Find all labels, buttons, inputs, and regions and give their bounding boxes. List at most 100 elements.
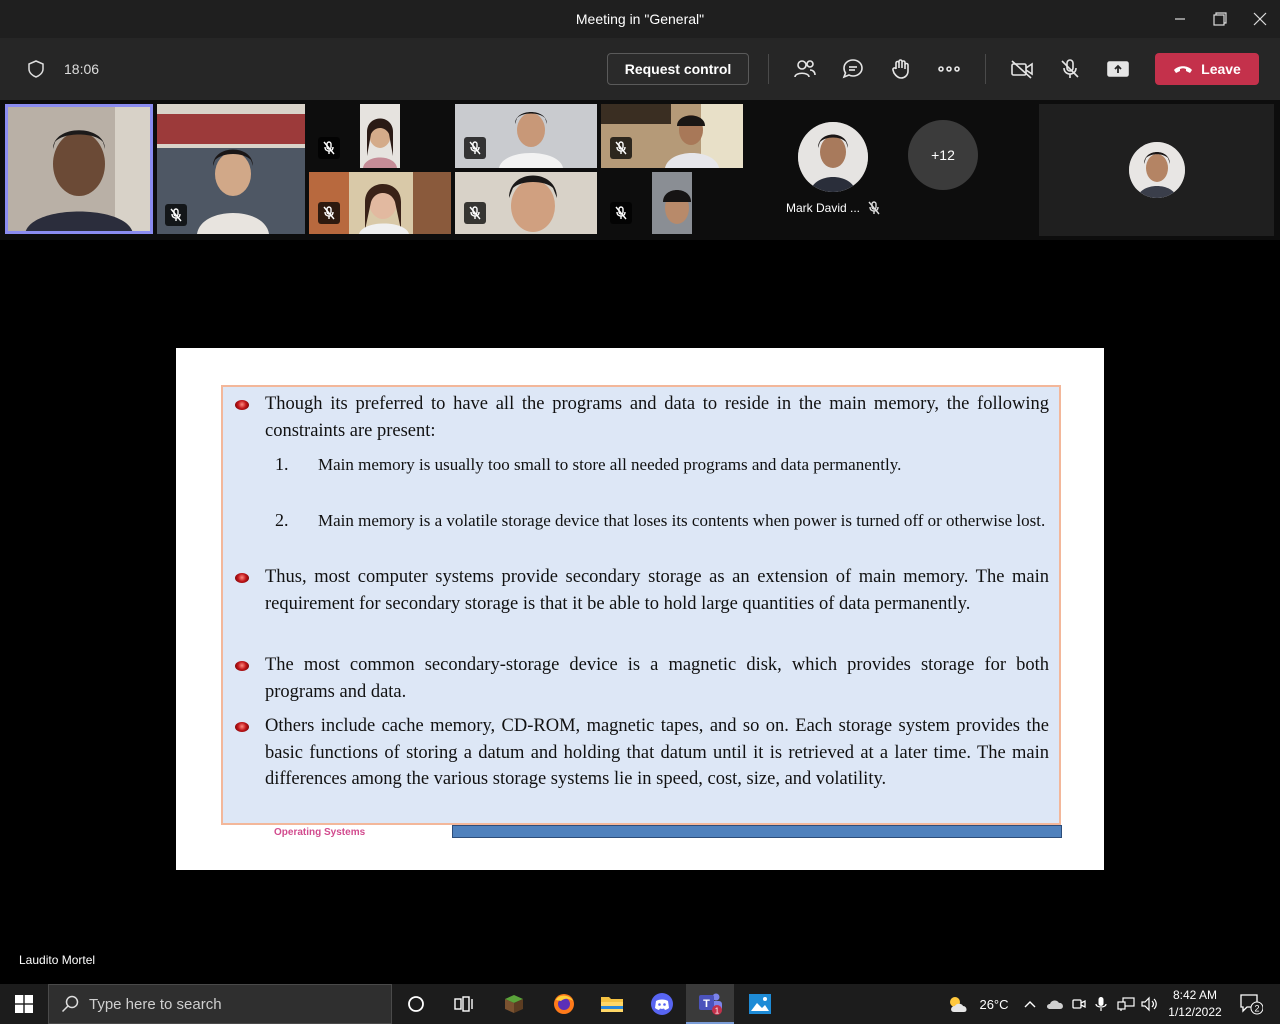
participants-button[interactable] [791,55,819,83]
restore-icon [1213,12,1227,26]
close-icon [1253,12,1267,26]
leave-label: Leave [1201,61,1241,77]
participant-tile[interactable] [601,172,743,234]
mic-off-icon [1061,59,1079,78]
participant-tile[interactable] [601,104,743,168]
onedrive-icon[interactable] [1044,984,1066,1024]
network-icon[interactable] [1114,984,1138,1024]
mic-off-icon [469,141,481,155]
taskbar-app-firefox[interactable] [540,984,588,1024]
meeting-control-bar: 18:06 Request control Leave [0,38,1280,100]
weather-temperature[interactable]: 26°C [974,984,1014,1024]
list-number: 1. [275,454,289,474]
share-screen-button[interactable] [1104,55,1132,83]
participant-avatar[interactable] [798,122,868,192]
search-placeholder: Type here to search [89,995,222,1013]
participant-strip: Mark David ... +12 [0,100,1280,240]
volume-icon[interactable] [1138,984,1160,1024]
divider [768,54,769,84]
mic-off-icon [469,206,481,220]
more-icon [938,66,960,72]
clock-date: 1/12/2022 [1168,1005,1222,1019]
notification-icon: 2 [1240,994,1263,1015]
bullet-icon [235,661,249,671]
slide-footer-bar [452,825,1062,838]
meet-now-icon[interactable] [1068,984,1090,1024]
taskbar-app-photos[interactable] [736,984,784,1024]
microphone-icon[interactable] [1090,984,1112,1024]
slide-bullet: The most common secondary-storage device… [265,655,1049,702]
slide-bullet: Thus, most computer systems provide seco… [265,567,1049,614]
mic-off-icon [615,206,627,220]
search-icon [61,995,79,1013]
hang-up-icon [1174,66,1193,73]
avatar-photo [798,122,868,192]
taskbar-app-teams[interactable]: T1 [686,984,734,1024]
leave-button[interactable]: Leave [1155,53,1259,85]
taskbar: Type here to search T1 26°C 8:42 AM 1/12… [0,984,1280,1024]
slide-bullet: Others include cache memory, CD-ROM, mag… [265,716,1049,789]
raise-hand-button[interactable] [887,55,915,83]
mic-off-icon [615,141,627,155]
cortana-button[interactable] [392,984,440,1024]
mic-off-icon [323,206,335,220]
svg-text:T: T [703,998,710,1010]
teams-badge: 1 [715,1007,720,1016]
chat-button[interactable] [839,55,867,83]
presenter-name: Laudito Mortel [19,953,96,967]
taskbar-clock[interactable]: 8:42 AM 1/12/2022 [1160,987,1230,1021]
more-options-button[interactable] [935,55,963,83]
request-control-button[interactable]: Request control [607,53,749,85]
taskbar-app-minecraft[interactable] [490,984,538,1024]
muted-indicator [610,202,632,224]
taskbar-app-file-explorer[interactable] [588,984,636,1024]
taskbar-app-discord[interactable] [638,984,686,1024]
self-view-tile[interactable] [1039,104,1274,236]
mic-toggle-button[interactable] [1056,55,1084,83]
camera-toggle-button[interactable] [1008,55,1036,83]
shared-slide: Though its preferred to have all the pro… [176,348,1104,870]
notification-count: 2 [1254,1004,1259,1014]
bullet-icon [235,722,249,732]
task-view-button[interactable] [440,984,488,1024]
minecraft-icon [505,995,523,1013]
teams-icon: T1 [699,993,722,1016]
mic-off-icon [868,201,880,215]
minimize-button[interactable] [1160,0,1200,38]
restore-button[interactable] [1200,0,1240,38]
participant-tile[interactable] [157,104,305,234]
participant-tile[interactable] [455,104,597,168]
tray-overflow-chevron-icon[interactable] [1020,984,1040,1024]
muted-indicator [318,202,340,224]
bullet-icon [235,400,249,410]
weather-icon[interactable] [944,984,972,1024]
camera-off-icon [1011,60,1033,79]
clock-time: 8:42 AM [1172,988,1218,1002]
self-avatar [1129,142,1185,198]
participant-name-label: Mark David ... [786,201,861,215]
notification-center-button[interactable]: 2 [1234,984,1268,1024]
participant-tile[interactable] [309,172,451,234]
title-bar: Meeting in "General" [0,0,1280,38]
minimize-icon [1175,18,1185,20]
slide-sub-item: Main memory is usually too small to stor… [318,455,902,474]
taskbar-search-box[interactable]: Type here to search [48,984,392,1024]
muted-indicator [318,137,340,159]
muted-indicator [165,204,187,226]
close-button[interactable] [1240,0,1280,38]
chat-icon [842,59,863,79]
more-participants-button[interactable]: +12 [908,120,978,190]
participant-tile[interactable] [309,104,451,168]
participant-tile[interactable] [455,172,597,234]
bullet-icon [235,573,249,583]
people-icon [794,60,816,78]
muted-indicator [610,137,632,159]
cortana-icon [408,996,424,1012]
participant-tile-active-speaker[interactable] [5,104,153,234]
slide-content-box: Though its preferred to have all the pro… [221,385,1061,825]
start-button[interactable] [0,984,48,1024]
firefox-icon [554,994,574,1014]
photos-icon [749,994,771,1014]
shield-icon [28,60,44,83]
task-view-icon [454,996,473,1012]
